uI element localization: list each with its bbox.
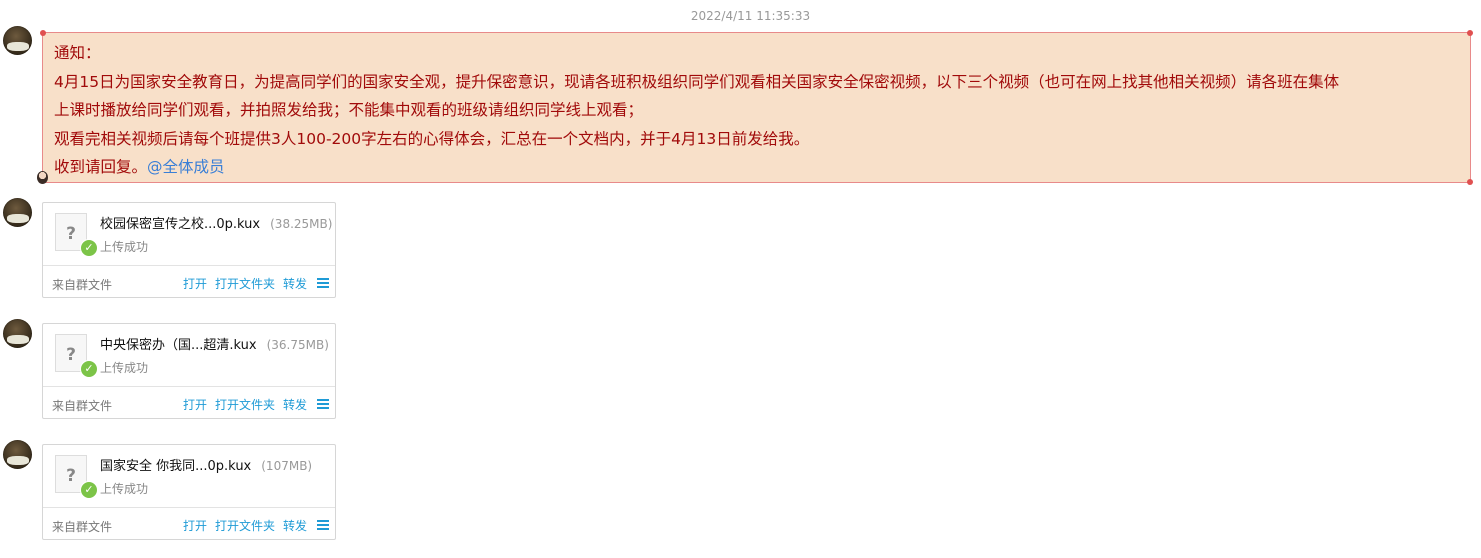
notice-title: 通知： <box>54 44 101 62</box>
upload-status: 上传成功 <box>100 361 149 375</box>
file-info: ? ✓ 国家安全 你我同...0p.kux (107MB) 上传成功 <box>43 445 335 507</box>
file-name: 中央保密办（国...超清.kux (36.75MB) <box>100 334 329 353</box>
file-actions-bar: 来自群文件 打开 打开文件夹 转发 <box>43 386 335 420</box>
upload-success-check-icon: ✓ <box>80 360 98 378</box>
more-menu-icon[interactable] <box>317 520 329 530</box>
notice-text-line: 上课时播放给同学们观看，并拍照发给我；不能集中观看的班级请组织同学线上观看； <box>54 101 644 119</box>
file-name: 校园保密宣传之校...0p.kux (38.25MB) <box>100 213 332 232</box>
sender-avatar[interactable] <box>3 440 32 469</box>
file-source-label: 来自群文件 <box>52 278 113 292</box>
open-folder-link[interactable]: 打开文件夹 <box>215 519 275 533</box>
bubble-corner-decoration <box>1467 30 1473 36</box>
bubble-corner-decoration <box>40 30 46 36</box>
open-folder-link[interactable]: 打开文件夹 <box>215 277 275 291</box>
file-actions-bar: 来自群文件 打开 打开文件夹 转发 <box>43 507 335 541</box>
bubble-corner-decoration <box>1467 179 1473 185</box>
notice-closing-line: 收到请回复。@全体成员 <box>54 153 1460 182</box>
sender-avatar[interactable] <box>3 319 32 348</box>
read-receipt-avatar <box>37 171 48 184</box>
file-message-card[interactable]: ? ✓ 校园保密宣传之校...0p.kux (38.25MB) 上传成功 来自群文… <box>42 202 336 298</box>
file-message-card[interactable]: ? ✓ 国家安全 你我同...0p.kux (107MB) 上传成功 来自群文件 … <box>42 444 336 540</box>
file-name-text: 校园保密宣传之校...0p.kux <box>100 217 261 232</box>
notice-text-line: 4月15日为国家安全教育日，为提高同学们的国家安全观，提升保密意识，现请各班积极… <box>54 72 1340 91</box>
file-info: ? ✓ 中央保密办（国...超清.kux (36.75MB) 上传成功 <box>43 324 335 386</box>
forward-link[interactable]: 转发 <box>283 519 307 533</box>
file-name-text: 中央保密办（国...超清.kux <box>100 338 257 353</box>
more-menu-icon[interactable] <box>317 278 329 288</box>
file-info: ? ✓ 校园保密宣传之校...0p.kux (38.25MB) 上传成功 <box>43 203 335 265</box>
open-file-link[interactable]: 打开 <box>183 277 207 291</box>
sender-avatar[interactable] <box>3 26 32 55</box>
upload-status: 上传成功 <box>100 240 149 254</box>
file-actions: 打开 打开文件夹 转发 <box>183 275 315 292</box>
file-name: 国家安全 你我同...0p.kux (107MB) <box>100 455 312 474</box>
file-actions: 打开 打开文件夹 转发 <box>183 396 315 413</box>
forward-link[interactable]: 转发 <box>283 277 307 291</box>
file-actions-bar: 来自群文件 打开 打开文件夹 转发 <box>43 265 335 299</box>
file-size: (36.75MB) <box>266 338 329 352</box>
file-name-text: 国家安全 你我同...0p.kux <box>100 459 252 474</box>
mention-all-members[interactable]: @全体成员 <box>147 158 225 176</box>
file-size: (38.25MB) <box>270 217 333 231</box>
notice-message-bubble[interactable]: 通知： 4月15日为国家安全教育日，为提高同学们的国家安全观，提升保密意识，现请… <box>40 30 1473 185</box>
message-timestamp: 2022/4/11 11:35:33 <box>690 9 811 23</box>
file-message-card[interactable]: ? ✓ 中央保密办（国...超清.kux (36.75MB) 上传成功 来自群文件… <box>42 323 336 419</box>
upload-status: 上传成功 <box>100 482 149 496</box>
sender-avatar[interactable] <box>3 198 32 227</box>
open-file-link[interactable]: 打开 <box>183 519 207 533</box>
upload-success-check-icon: ✓ <box>80 239 98 257</box>
more-menu-icon[interactable] <box>317 399 329 409</box>
notice-text-line: 观看完相关视频后请每个班提供3人100-200字左右的心得体会，汇总在一个文档内… <box>54 129 810 148</box>
open-file-link[interactable]: 打开 <box>183 398 207 412</box>
file-size: (107MB) <box>261 459 313 473</box>
upload-success-check-icon: ✓ <box>80 481 98 499</box>
file-source-label: 来自群文件 <box>52 399 113 413</box>
forward-link[interactable]: 转发 <box>283 398 307 412</box>
file-actions: 打开 打开文件夹 转发 <box>183 517 315 534</box>
open-folder-link[interactable]: 打开文件夹 <box>215 398 275 412</box>
notice-reply-request: 收到请回复。 <box>54 158 148 176</box>
file-source-label: 来自群文件 <box>52 520 113 534</box>
